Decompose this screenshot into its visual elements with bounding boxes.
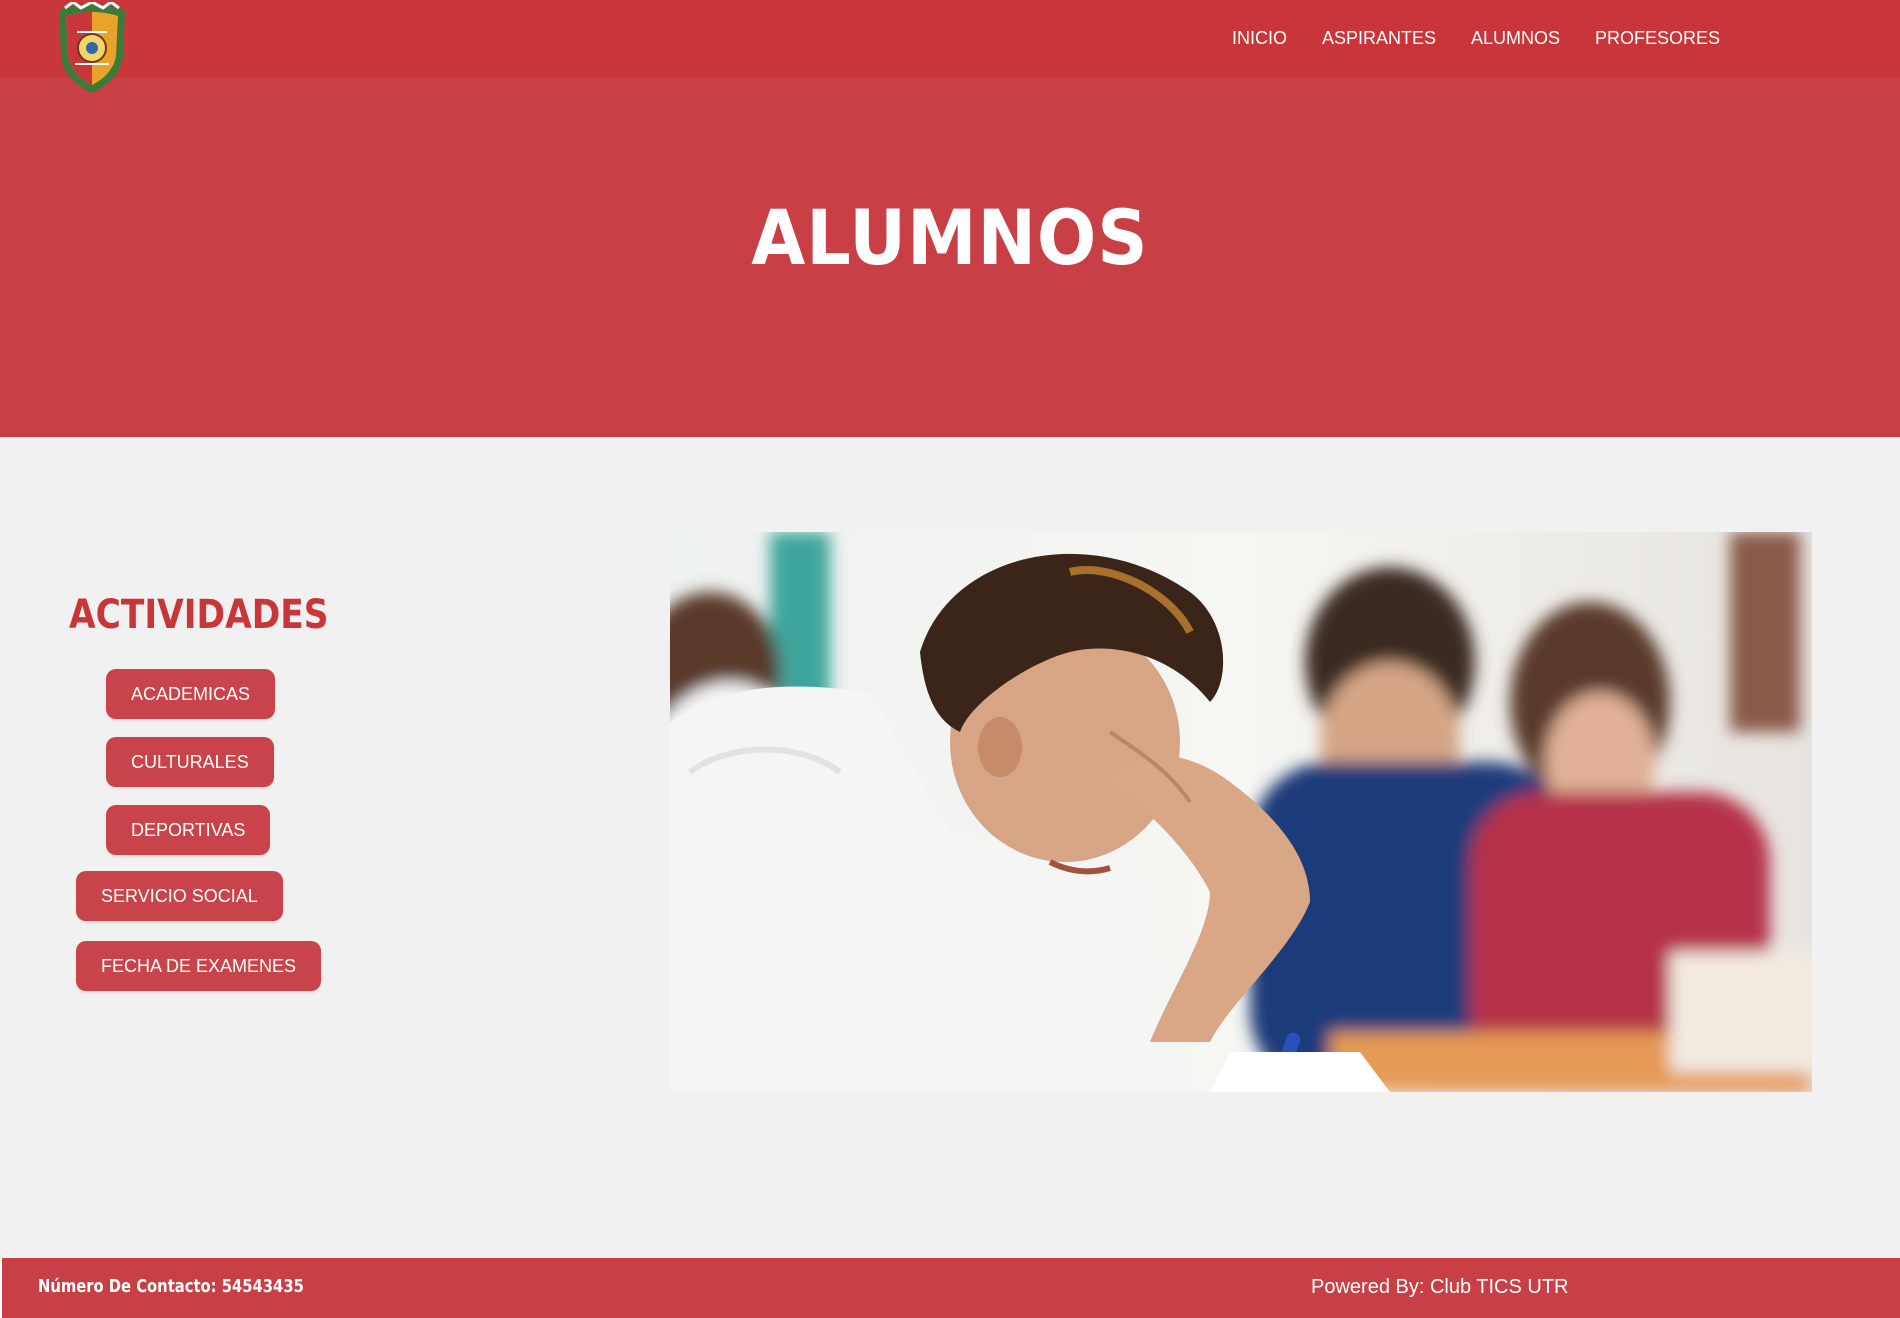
culturales-button[interactable]: CULTURALES (106, 737, 274, 787)
students-exam-image (670, 532, 1812, 1092)
deportivas-button[interactable]: DEPORTIVAS (106, 805, 271, 855)
main-navigation: INICIO ASPIRANTES ALUMNOS PROFESORES (0, 28, 1900, 52)
fecha-de-examenes-button[interactable]: FECHA DE EXAMENES (76, 941, 322, 991)
nav-aspirantes[interactable]: ASPIRANTES (1322, 28, 1436, 49)
powered-by: Powered By: Club TICS UTR (1311, 1276, 1569, 1298)
footer: Número De Contacto: 54543435 Powered By:… (0, 1258, 1900, 1318)
page-title: ALUMNOS (751, 193, 1149, 282)
academicas-button[interactable]: ACADEMICAS (106, 669, 276, 719)
contact-number: Número De Contacto: 54543435 (38, 1276, 304, 1297)
nav-alumnos[interactable]: ALUMNOS (1471, 28, 1560, 49)
activities-title: ACTIVIDADES (69, 592, 329, 638)
servicio-social-button[interactable]: SERVICIO SOCIAL (76, 871, 283, 921)
nav-profesores[interactable]: PROFESORES (1595, 28, 1720, 49)
nav-inicio[interactable]: INICIO (1232, 28, 1287, 49)
